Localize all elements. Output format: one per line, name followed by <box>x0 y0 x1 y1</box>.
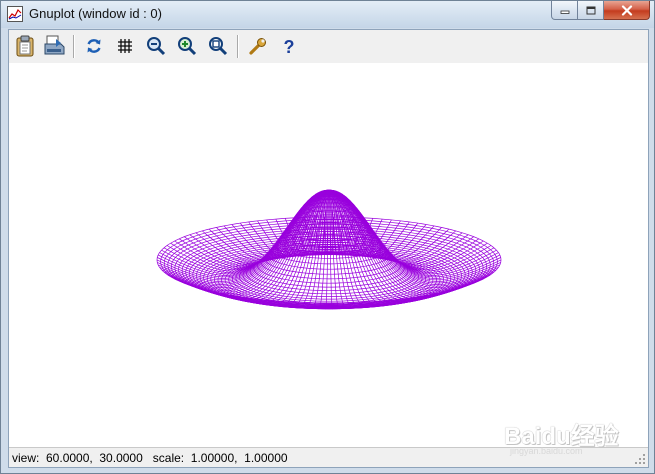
resize-grip-icon[interactable] <box>634 453 646 465</box>
zoom-next-button[interactable] <box>175 34 199 58</box>
help-icon: ? <box>284 37 295 56</box>
grid-icon <box>118 39 132 53</box>
status-text: view: 60.0000, 30.0000 scale: 1.00000, 1… <box>12 451 288 465</box>
options-button[interactable] <box>246 34 270 58</box>
replot-button[interactable] <box>82 34 106 58</box>
surface-plot[interactable] <box>9 63 648 447</box>
toolbar-separator <box>73 35 75 58</box>
maximize-button[interactable] <box>578 1 604 20</box>
minimize-button[interactable] <box>551 1 578 20</box>
maximize-icon <box>586 6 595 14</box>
toggle-grid-button[interactable] <box>113 34 137 58</box>
clipboard-icon <box>16 35 34 57</box>
autoscale-button[interactable] <box>206 34 230 58</box>
wrench-icon <box>249 38 266 55</box>
plot-area[interactable] <box>9 63 648 447</box>
close-button[interactable] <box>604 1 650 20</box>
minimize-icon <box>560 10 569 14</box>
toolbar-separator <box>237 35 239 58</box>
zoom-next-icon <box>178 37 197 56</box>
refresh-icon <box>87 39 101 53</box>
help-button[interactable]: ? <box>277 34 301 58</box>
surface-mesh <box>156 189 502 310</box>
svg-text:?: ? <box>284 37 295 56</box>
gnuplot-app-icon[interactable] <box>7 6 23 22</box>
copy-to-clipboard-button[interactable] <box>13 34 37 58</box>
client-area: ? view: 60.0000, 30.0000 scale: 1.00000,… <box>8 29 649 468</box>
zoom-previous-button[interactable] <box>144 34 168 58</box>
printer-icon <box>44 35 65 55</box>
window-title: Gnuplot (window id : 0) <box>29 6 162 21</box>
print-button[interactable] <box>42 34 66 58</box>
gnuplot-window: Gnuplot (window id : 0) ? view: 60.0000,… <box>0 0 655 474</box>
close-icon <box>621 4 632 16</box>
zoom-autoscale-icon <box>209 37 228 56</box>
caption-buttons <box>551 1 650 20</box>
toolbar: ? <box>9 30 648 63</box>
zoom-previous-icon <box>147 37 166 56</box>
title-bar[interactable]: Gnuplot (window id : 0) <box>1 1 654 28</box>
watermark-url: jingyan.baidu.com <box>510 446 583 456</box>
